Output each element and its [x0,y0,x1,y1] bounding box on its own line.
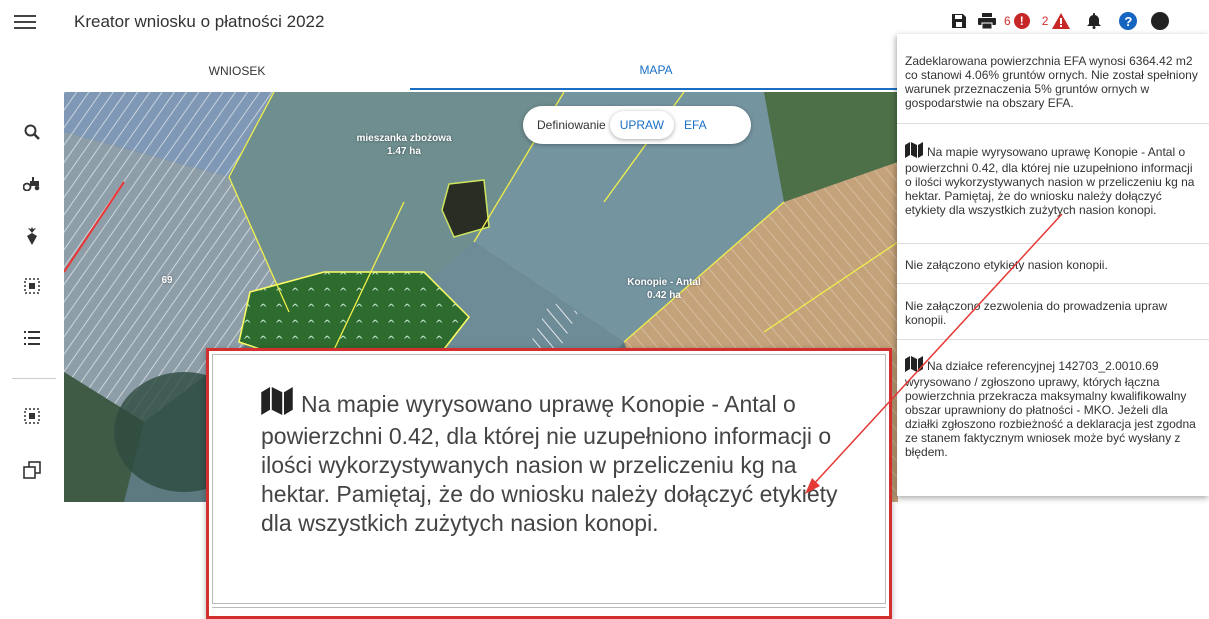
callout-content: Na mapie wyrysowano uprawę Konopie - Ant… [212,354,886,604]
notifications-panel: Zadeklarowana powierzchnia EFA wynosi 63… [897,34,1209,496]
error-icon[interactable]: ! [1013,13,1030,29]
notification-item[interactable]: Nie załączono zezwolenia do prowadzenia … [897,284,1209,340]
notification-item[interactable]: Na mapie wyrysowano uprawę Konopie - Ant… [897,124,1209,244]
select-area-icon[interactable] [18,402,46,430]
notification-text: Na działce referencyjnej 142703_2.0010.6… [905,359,1196,459]
copy-icon[interactable] [18,456,46,484]
tractor-icon[interactable] [18,170,46,198]
map-icon [905,356,923,375]
save-icon[interactable] [948,10,970,32]
map-icon [261,387,293,422]
help-icon[interactable]: ? [1119,12,1138,30]
select-icon[interactable] [18,272,46,300]
hamburger-menu-icon[interactable] [14,11,36,31]
notification-item[interactable]: Na działce referencyjnej 142703_2.0010.6… [897,340,1209,490]
warning-icon[interactable] [1051,10,1071,32]
zoomed-callout: Na mapie wyrysowano uprawę Konopie - Ant… [206,348,892,619]
mode-option-upraw[interactable]: UPRAW [609,111,674,139]
mode-toggle: Definiowanie UPRAW EFA [523,106,751,144]
app-title: Kreator wniosku o płatności 2022 [74,12,325,31]
tab-bar: WNIOSEK MAPA [64,52,902,90]
notification-text: Na mapie wyrysowano uprawę Konopie - Ant… [905,145,1195,217]
callout-text: Na mapie wyrysowano uprawę Konopie - Ant… [261,391,838,536]
tab-wniosek[interactable]: WNIOSEK [64,52,410,90]
callout-divider [212,607,886,608]
left-sidebar [0,90,64,510]
sidebar-divider [12,378,56,379]
crop-icon[interactable] [18,222,46,250]
warning-count: 2 [1041,14,1049,28]
bell-icon[interactable] [1083,10,1105,32]
notification-text: Nie załączono etykiety nasion konopii. [905,258,1108,272]
list-icon[interactable] [18,324,46,352]
map-label-parcel-69: 69 [161,275,173,286]
notification-item[interactable]: Zadeklarowana powierzchnia EFA wynosi 63… [897,34,1209,124]
notification-item[interactable]: Nie załączono etykiety nasion konopii. [897,244,1209,284]
user-icon[interactable] [1151,12,1170,30]
map-label-konopie: Konopie - Antal 0.42 ha [627,277,701,301]
tab-mapa[interactable]: MAPA [410,52,902,90]
notification-text: Zadeklarowana powierzchnia EFA wynosi 63… [905,54,1198,110]
print-icon[interactable] [976,10,998,32]
map-label-mieszanka: mieszanka zbożowa 1.47 ha [356,133,452,157]
toolbar: 6 ! 2 ? [948,9,1170,33]
map-icon [905,142,923,161]
notification-text: Nie załączono zezwolenia do prowadzenia … [905,299,1168,327]
error-count: 6 [1004,14,1011,28]
mode-label: Definiowanie [537,118,606,132]
search-icon[interactable] [18,118,46,146]
mode-option-efa[interactable]: EFA [674,111,717,139]
